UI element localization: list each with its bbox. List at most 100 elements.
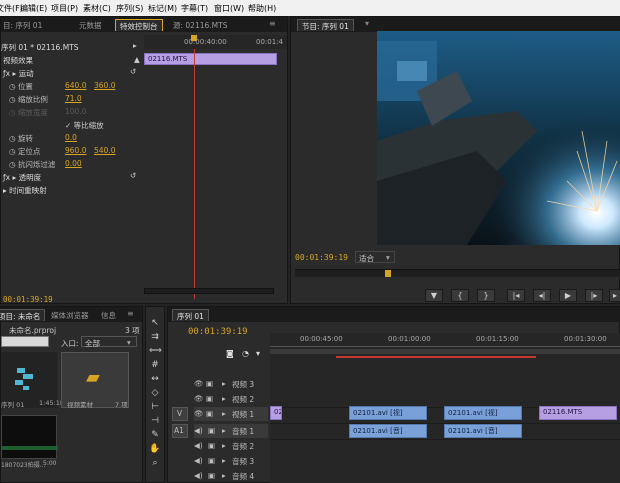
clip-bar[interactable]: 02116.MTS <box>144 53 277 65</box>
stopwatch-icon[interactable]: ◷ <box>9 147 18 156</box>
timeline-timecode[interactable]: 00:01:39:19 <box>188 327 248 337</box>
in-dropdown[interactable]: 全部 ▾ <box>81 336 137 348</box>
step-back-button[interactable]: ◂| <box>533 289 551 302</box>
mark-out-button[interactable]: } <box>477 289 495 302</box>
speaker-icon[interactable]: ◀) <box>194 471 203 480</box>
film-icon[interactable]: ▣ <box>206 409 213 418</box>
playhead-marker[interactable] <box>191 35 197 41</box>
speaker-icon[interactable]: ◀) <box>194 426 203 435</box>
eye-icon[interactable]: 👁 <box>194 394 204 403</box>
scroll-up-icon[interactable]: ▲ <box>134 55 140 64</box>
stopwatch-icon[interactable]: ◷ <box>9 134 18 143</box>
eye-icon[interactable]: 👁 <box>194 379 204 388</box>
tab-program[interactable]: 节目: 序列 01 <box>297 19 354 31</box>
audio-clip[interactable]: 02101.avi [音] <box>349 424 427 438</box>
rotation-value[interactable]: 0.0 <box>65 133 77 142</box>
menu-clip[interactable]: 素材(C) <box>83 3 111 14</box>
menu-window[interactable]: 窗口(W) <box>214 3 244 14</box>
selection-tool-icon[interactable]: ↖ <box>149 317 161 329</box>
menu-sequence[interactable]: 序列(S) <box>116 3 143 14</box>
playhead-marker[interactable] <box>385 270 391 277</box>
tab-project[interactable]: 项目: 未命名 <box>0 309 46 321</box>
track-select-tool-icon[interactable]: ⇉ <box>149 331 161 343</box>
tab-info[interactable]: 信息 <box>97 309 120 321</box>
tab-metadata[interactable]: 元数据 <box>75 19 106 31</box>
expand-arrow-icon[interactable]: ▸ <box>222 409 226 418</box>
tab-sequence[interactable]: 序列 01 <box>172 309 209 321</box>
play-button[interactable]: ▶ <box>559 289 577 302</box>
video-clip[interactable]: 02 <box>270 406 282 420</box>
position-y-value[interactable]: 360.0 <box>94 81 115 90</box>
effect-timecode[interactable]: 00:01:39:19 <box>3 295 53 304</box>
stopwatch-icon[interactable]: ◷ <box>9 160 18 169</box>
film-icon[interactable]: ▣ <box>206 379 213 388</box>
speaker-icon[interactable]: ◀) <box>194 441 203 450</box>
stopwatch-icon[interactable]: ◷ <box>9 82 18 91</box>
timeline-ruler[interactable]: 00:00:45:00 00:01:00:00 00:01:15:00 00:0… <box>270 333 620 359</box>
fit-dropdown[interactable]: 适合 ▾ <box>355 251 395 263</box>
search-input[interactable] <box>1 336 49 347</box>
expand-arrow-icon[interactable]: ▸ <box>222 426 226 435</box>
rate-stretch-tool-icon[interactable]: ↔ <box>149 373 161 385</box>
go-to-in-button[interactable]: |◂ <box>507 289 525 302</box>
scale-value[interactable]: 71.0 <box>65 94 82 103</box>
razor-tool-icon[interactable]: ◇ <box>149 387 161 399</box>
zoom-scrollbar[interactable] <box>144 288 274 294</box>
go-to-out-button[interactable]: ▸ <box>609 289 620 302</box>
film-icon[interactable]: ▣ <box>208 471 215 480</box>
link-icon[interactable]: ◔ <box>242 349 249 358</box>
ripple-edit-tool-icon[interactable]: ⟺ <box>149 345 162 357</box>
video-clip[interactable]: 02101.avi [视] <box>444 406 522 420</box>
opacity-group[interactable]: ƒx ▸ 透明度 <box>3 172 41 183</box>
panel-menu-icon[interactable]: ≡ <box>269 19 276 28</box>
tab-effect-controls[interactable]: 特效控制台 <box>115 19 163 31</box>
pen-tool-icon[interactable]: ✎ <box>149 429 161 441</box>
expand-arrow-icon[interactable]: ▸ <box>222 456 226 465</box>
uniform-scale-checkbox[interactable]: ✓ 等比缩放 <box>65 120 104 131</box>
expand-arrow-icon[interactable]: ▸ <box>222 441 226 450</box>
hand-tool-icon[interactable]: ✋ <box>149 443 161 455</box>
menu-edit[interactable]: 编辑(E) <box>20 3 47 14</box>
reset-icon[interactable]: ↺ <box>130 67 136 76</box>
slide-tool-icon[interactable]: ⊣ <box>149 415 161 427</box>
position-x-value[interactable]: 640.0 <box>65 81 86 90</box>
tab-program-seq[interactable]: 目: 序列 01 <box>0 19 46 31</box>
film-icon[interactable]: ▣ <box>208 441 215 450</box>
work-area-bar[interactable] <box>270 349 620 354</box>
slip-tool-icon[interactable]: ⊢ <box>149 401 161 413</box>
video-clip[interactable]: 02116.MTS <box>539 406 617 420</box>
film-icon[interactable]: ▣ <box>208 426 215 435</box>
add-marker-button[interactable]: ▼ <box>425 289 443 302</box>
reset-icon[interactable]: ↺ <box>130 171 136 180</box>
motion-group[interactable]: ƒx ▸ 运动 <box>3 68 34 79</box>
film-icon[interactable]: ▣ <box>208 456 215 465</box>
expand-arrow-icon[interactable]: ▸ <box>222 394 226 403</box>
tab-source[interactable]: 源: 02116.MTS <box>169 19 231 31</box>
zoom-tool-icon[interactable]: ⌕ <box>149 457 161 469</box>
marker-icon[interactable]: ▾ <box>256 349 260 358</box>
mark-in-button[interactable]: { <box>451 289 469 302</box>
tab-media-browser[interactable]: 媒体浏览器 <box>47 309 93 321</box>
speaker-icon[interactable]: ◀) <box>194 456 203 465</box>
flicker-value[interactable]: 0.00 <box>65 159 82 168</box>
stopwatch-icon[interactable]: ◷ <box>9 95 18 104</box>
source-patch-a[interactable]: A1 <box>172 424 188 438</box>
expand-arrow-icon[interactable]: ▸ <box>133 41 137 50</box>
source-patch-v[interactable]: V <box>172 407 188 421</box>
expand-arrow-icon[interactable]: ▸ <box>222 379 226 388</box>
menu-marker[interactable]: 标记(M) <box>148 3 177 14</box>
program-timecode[interactable]: 00:01:39:19 <box>295 253 348 262</box>
menu-title[interactable]: 字幕(T) <box>181 3 208 14</box>
audio-clip[interactable]: 02101.avi [音] <box>444 424 522 438</box>
track-area[interactable] <box>270 359 620 483</box>
anchor-x-value[interactable]: 960.0 <box>65 146 86 155</box>
rolling-edit-tool-icon[interactable]: # <box>149 359 161 371</box>
film-icon[interactable]: ▣ <box>206 394 213 403</box>
snap-icon[interactable]: ◙ <box>226 349 234 358</box>
program-scrubber[interactable] <box>295 269 620 277</box>
time-remap-group[interactable]: ▸ 时间重映射 <box>3 185 47 196</box>
menu-project[interactable]: 项目(P) <box>51 3 78 14</box>
video-clip[interactable]: 02101.avi [视] <box>349 406 427 420</box>
expand-arrow-icon[interactable]: ▸ <box>222 471 226 480</box>
anchor-y-value[interactable]: 540.0 <box>94 146 115 155</box>
